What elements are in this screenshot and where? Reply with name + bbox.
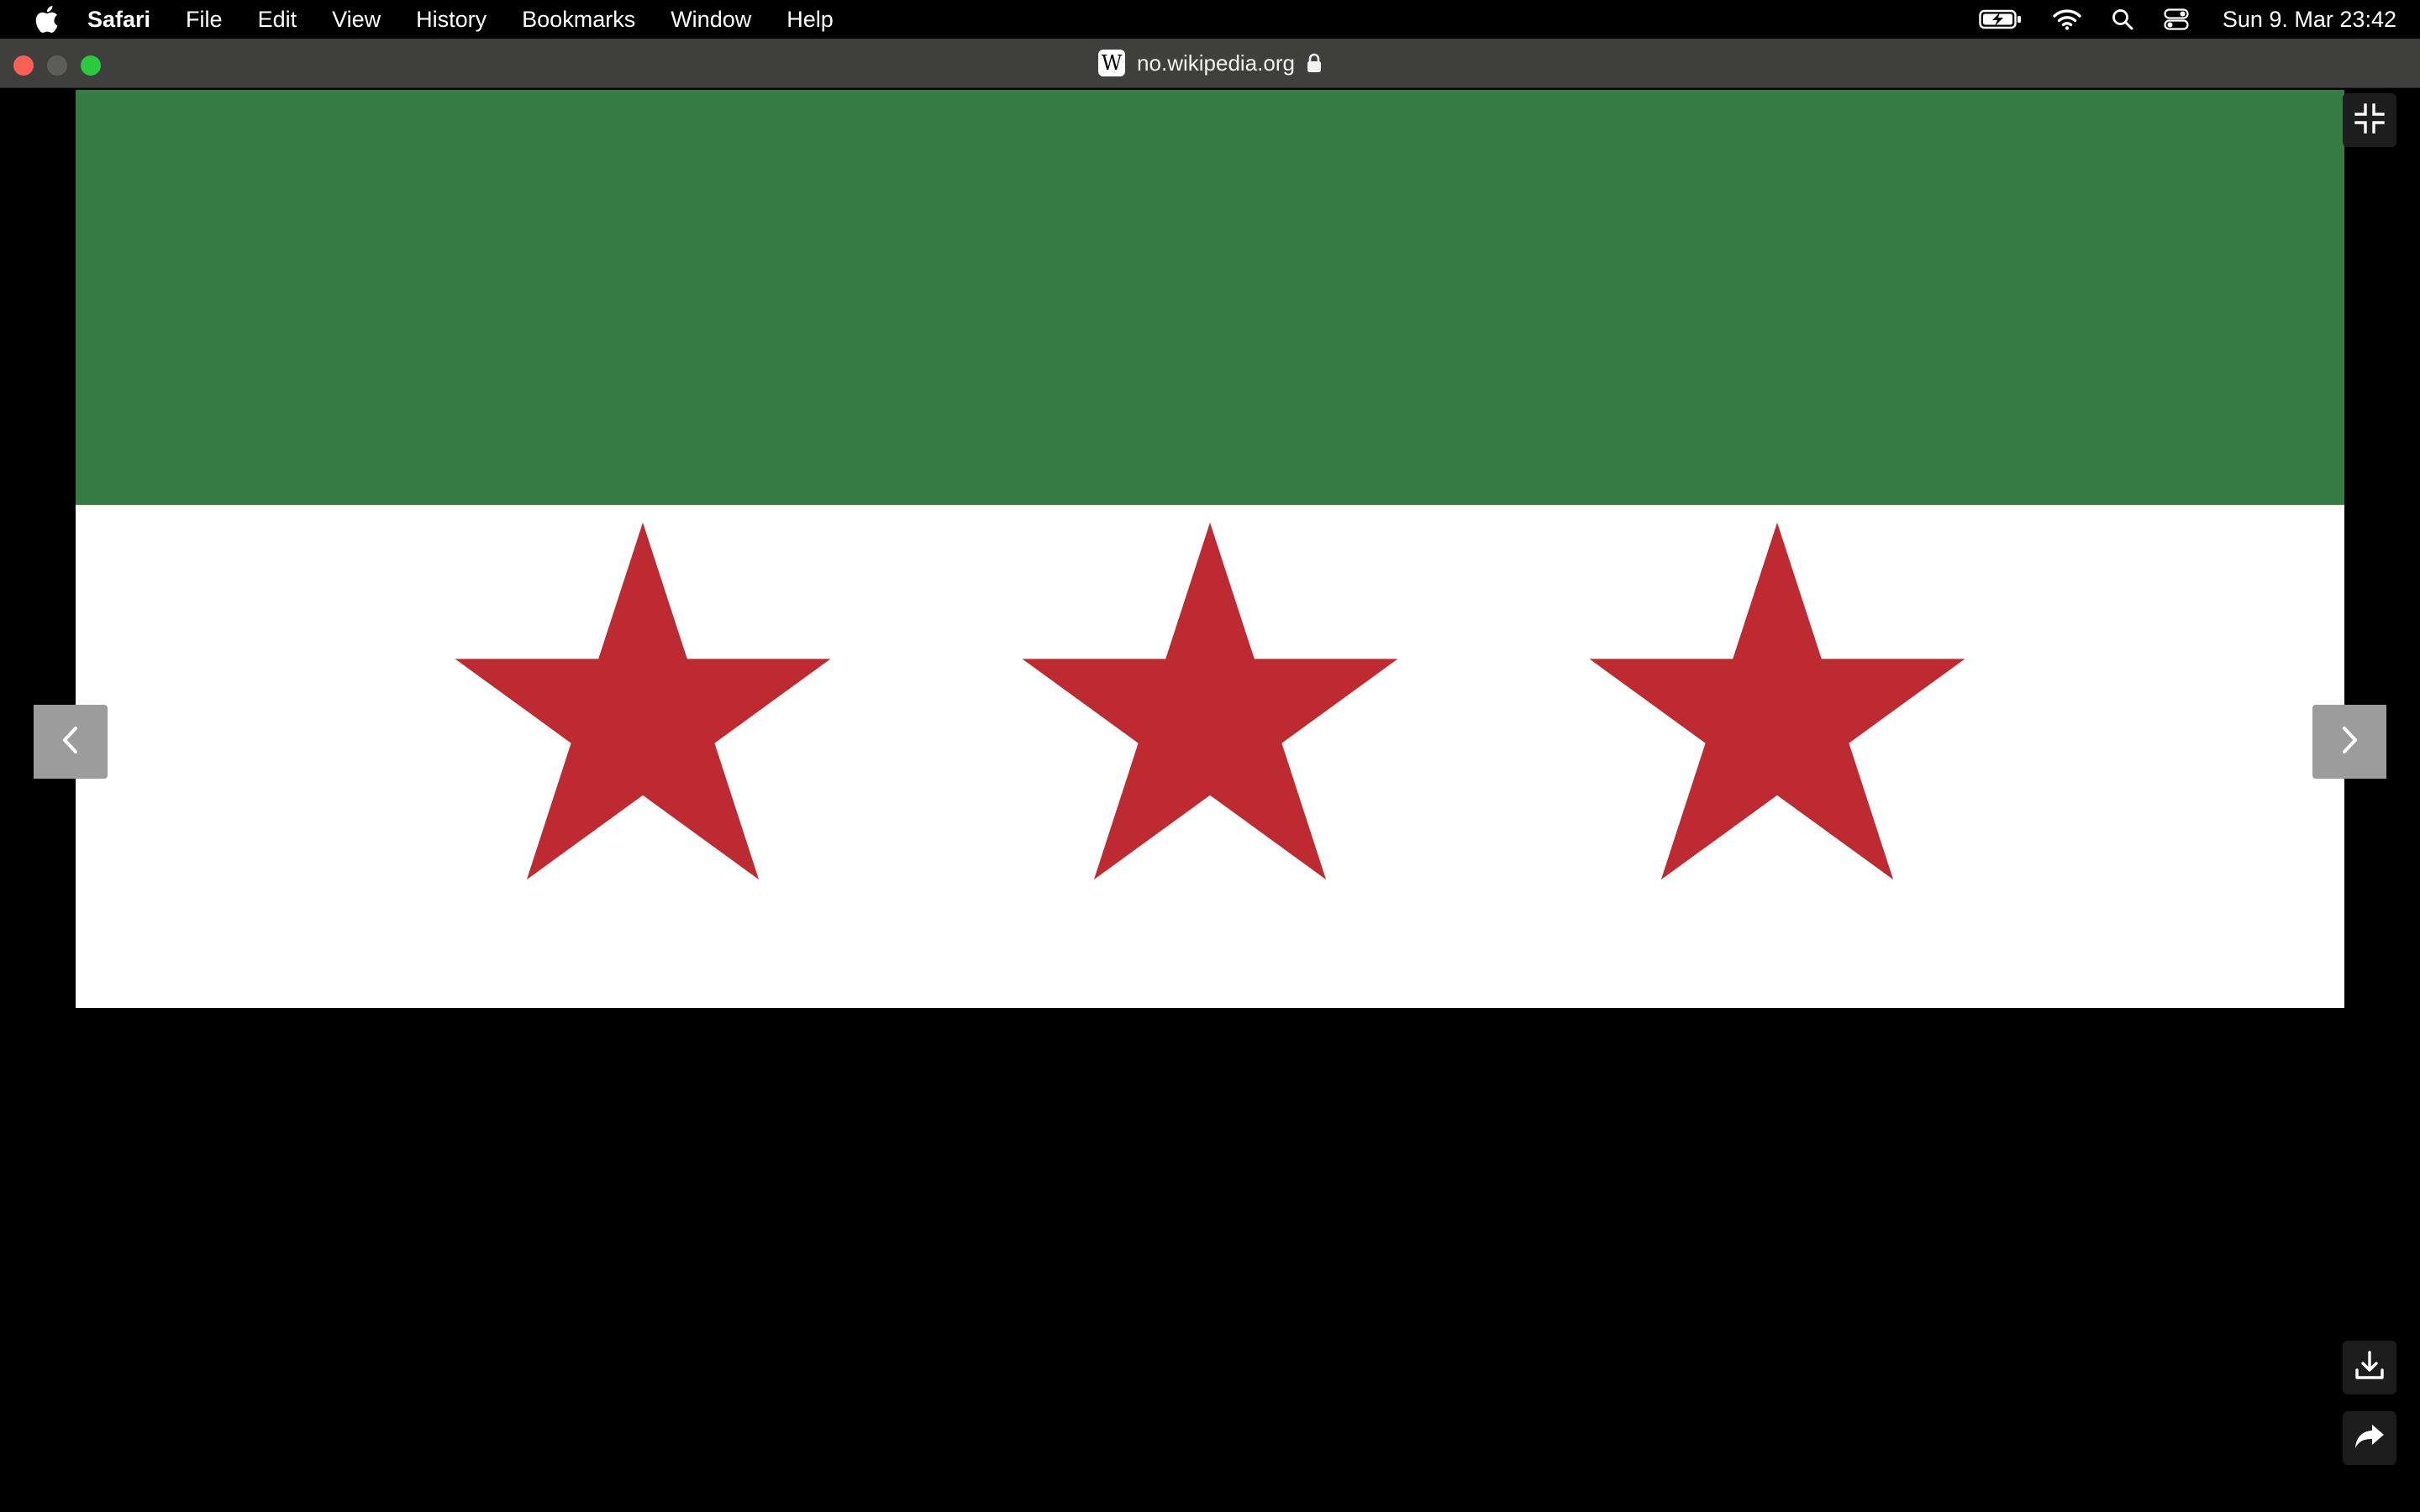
zoom-window-button[interactable] <box>81 55 101 76</box>
wikipedia-favicon-icon: W <box>1098 50 1126 76</box>
menu-bar: Safari File Edit View History Bookmarks … <box>0 0 2420 39</box>
menu-view[interactable]: View <box>332 7 381 33</box>
menubar-clock[interactable]: Sun 9. Mar 23:42 <box>2223 7 2396 33</box>
exit-fullscreen-icon <box>2353 102 2386 139</box>
minimize-window-button[interactable] <box>47 55 67 76</box>
flag-band-top <box>76 90 2344 505</box>
window-title-bar: W no.wikipedia.org <box>0 39 2420 88</box>
media-viewer <box>0 88 2420 1512</box>
lock-icon <box>1307 53 1322 73</box>
share-button[interactable] <box>2343 1411 2396 1465</box>
close-window-button[interactable] <box>13 55 34 76</box>
battery-charging-icon[interactable] <box>1979 8 2023 30</box>
chevron-left-icon <box>58 723 83 761</box>
flag-image <box>76 90 2344 1008</box>
control-center-icon[interactable] <box>2164 8 2189 30</box>
chevron-right-icon <box>2337 723 2362 761</box>
menu-window[interactable]: Window <box>671 7 751 33</box>
menu-history[interactable]: History <box>416 7 487 33</box>
menu-bookmarks[interactable]: Bookmarks <box>522 7 635 33</box>
download-icon <box>2353 1349 2386 1387</box>
apple-logo-icon[interactable] <box>32 3 60 36</box>
download-button[interactable] <box>2343 1341 2396 1394</box>
spotlight-search-icon[interactable] <box>2112 8 2133 30</box>
menu-extras: Sun 9. Mar 23:42 <box>1949 0 2396 39</box>
exit-fullscreen-button[interactable] <box>2343 93 2396 147</box>
previous-image-button[interactable] <box>34 705 108 779</box>
url-text: no.wikipedia.org <box>1137 50 1295 76</box>
next-image-button[interactable] <box>2312 705 2386 779</box>
wifi-icon[interactable] <box>2053 8 2081 30</box>
address-display[interactable]: W no.wikipedia.org <box>0 39 2420 87</box>
share-icon <box>2353 1420 2386 1457</box>
menu-safari[interactable]: Safari <box>87 7 150 33</box>
menu-help[interactable]: Help <box>786 7 834 33</box>
menu-file[interactable]: File <box>186 7 223 33</box>
menu-edit[interactable]: Edit <box>258 7 297 33</box>
